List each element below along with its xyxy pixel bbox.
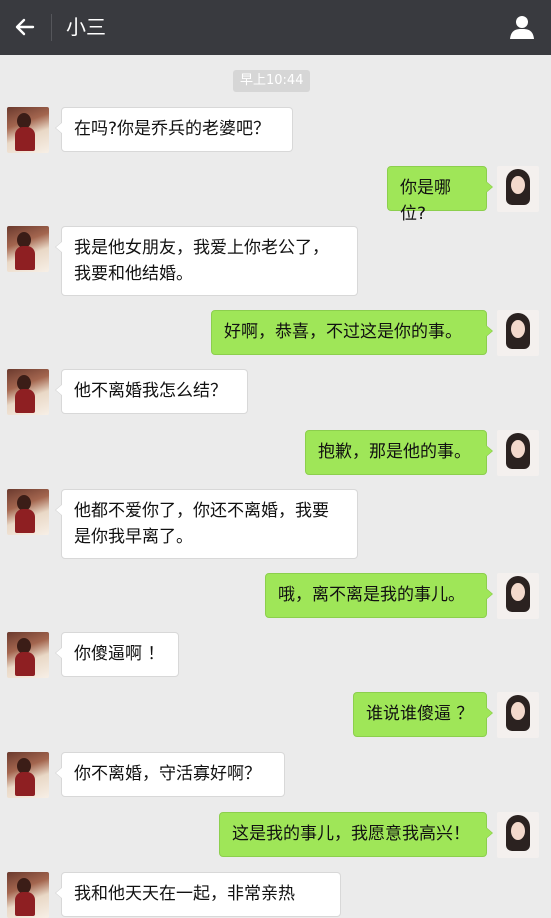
avatar-image (7, 752, 49, 798)
sent-message-bubble[interactable]: 你是哪位? (387, 166, 493, 224)
my-avatar[interactable] (497, 310, 539, 356)
received-message-bubble[interactable]: 你傻逼啊 ！ (55, 632, 179, 677)
message-row: 我是他女朋友，我爱上你老公了，我要和他结婚。 (0, 226, 551, 296)
received-message-bubble[interactable]: 我和他天天在一起，非常亲热 (55, 872, 341, 917)
my-avatar[interactable] (497, 166, 539, 212)
message-row: 他都不爱你了，你还不离婚，我要是你我早离了。 (0, 489, 551, 559)
sent-message-bubble[interactable]: 谁说谁傻逼 ？ (353, 692, 493, 737)
avatar-image (7, 107, 49, 153)
my-avatar[interactable] (497, 812, 539, 858)
avatar-image (497, 430, 539, 476)
message-row: 在吗?你是乔兵的老婆吧？ (0, 107, 551, 153)
chat-header: 小三 (0, 0, 551, 55)
contact-avatar[interactable] (7, 632, 49, 678)
message-row: 好啊，恭喜，不过这是你的事。 (0, 310, 551, 356)
avatar-image (497, 812, 539, 858)
my-avatar[interactable] (497, 692, 539, 738)
sent-message-bubble[interactable]: 哦，离不离是我的事儿。 (265, 573, 493, 618)
avatar-image (497, 310, 539, 356)
avatar-image (497, 573, 539, 619)
arrow-left-icon (15, 18, 35, 36)
message-row: 抱歉，那是他的事。 (0, 430, 551, 476)
person-icon (510, 16, 534, 39)
received-message-bubble[interactable]: 在吗?你是乔兵的老婆吧？ (55, 107, 293, 152)
avatar-image (7, 872, 49, 918)
received-message-bubble[interactable]: 他不离婚我怎么结？ (55, 369, 248, 414)
chat-title: 小三 (66, 15, 106, 39)
sent-message-bubble[interactable]: 好啊，恭喜，不过这是你的事。 (211, 310, 493, 355)
avatar-image (497, 692, 539, 738)
message-row: 哦，离不离是我的事儿。 (0, 573, 551, 619)
message-row: 谁说谁傻逼 ？ (0, 692, 551, 738)
avatar-image (7, 226, 49, 272)
contact-avatar[interactable] (7, 752, 49, 798)
sent-message-bubble[interactable]: 抱歉，那是他的事。 (305, 430, 493, 475)
avatar-image (7, 632, 49, 678)
message-row: 你不离婚，守活寡好啊？ (0, 752, 551, 798)
received-message-bubble[interactable]: 我是他女朋友，我爱上你老公了，我要和他结婚。 (55, 226, 358, 296)
message-row: 我和他天天在一起，非常亲热 (0, 872, 551, 918)
profile-button[interactable] (507, 12, 537, 42)
my-avatar[interactable] (497, 573, 539, 619)
message-row: 这是我的事儿，我愿意我高兴！ (0, 812, 551, 858)
message-row: 他不离婚我怎么结？ (0, 369, 551, 415)
contact-avatar[interactable] (7, 107, 49, 153)
header-divider (51, 14, 52, 41)
received-message-bubble[interactable]: 你不离婚，守活寡好啊？ (55, 752, 285, 797)
contact-avatar[interactable] (7, 369, 49, 415)
avatar-image (7, 369, 49, 415)
timestamp-badge: 早上10:44 (233, 70, 311, 92)
contact-avatar[interactable] (7, 226, 49, 272)
message-row: 你傻逼啊 ！ (0, 632, 551, 678)
my-avatar[interactable] (497, 430, 539, 476)
contact-avatar[interactable] (7, 489, 49, 535)
avatar-image (497, 166, 539, 212)
sent-message-bubble[interactable]: 这是我的事儿，我愿意我高兴！ (219, 812, 493, 857)
avatar-image (7, 489, 49, 535)
received-message-bubble[interactable]: 他都不爱你了，你还不离婚，我要是你我早离了。 (55, 489, 358, 559)
message-row: 你是哪位? (0, 166, 551, 224)
contact-avatar[interactable] (7, 872, 49, 918)
back-button[interactable] (8, 10, 42, 44)
